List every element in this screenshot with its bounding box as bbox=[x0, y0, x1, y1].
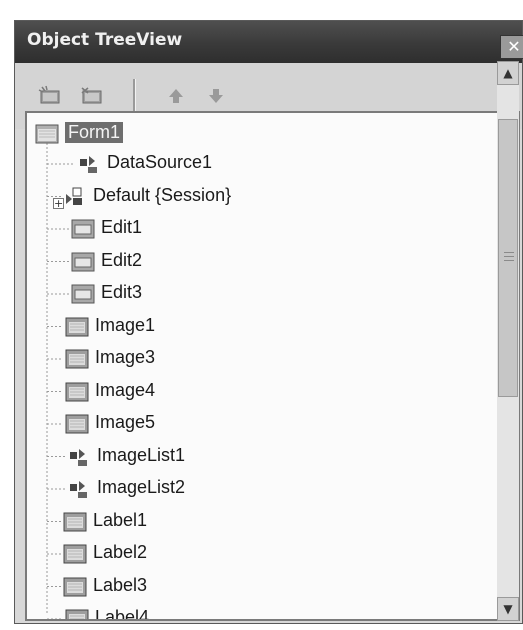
tree-node-label: ImageList1 bbox=[97, 444, 186, 465]
component-icon bbox=[70, 448, 87, 466]
component-icon bbox=[70, 481, 87, 498]
title-bar[interactable]: Object TreeView ✕ bbox=[15, 21, 523, 63]
session-icon bbox=[66, 187, 82, 205]
chevron-down-icon: ▼ bbox=[503, 602, 513, 616]
grip-line bbox=[504, 260, 514, 261]
remove-object-icon bbox=[81, 87, 102, 104]
tree-node-label: Form1 bbox=[65, 122, 124, 143]
window-title: Object TreeView bbox=[27, 30, 183, 50]
tree-node-label: Edit1 bbox=[101, 217, 143, 237]
image-control-icon bbox=[65, 414, 89, 434]
tree-node-label: Label1 bbox=[93, 509, 148, 530]
move-down-icon bbox=[209, 89, 223, 103]
grip-line bbox=[504, 252, 514, 253]
edit-control-icon bbox=[71, 252, 95, 271]
object-tree[interactable]: Form1 + DataSource1 Default {Session} Edit… bbox=[25, 111, 520, 621]
move-up-icon bbox=[169, 89, 183, 103]
image-control-icon bbox=[63, 577, 87, 596]
close-icon: ✕ bbox=[507, 37, 521, 56]
tree-node-label: Image5 bbox=[95, 412, 156, 432]
add-object-button[interactable] bbox=[37, 85, 63, 107]
image-control-icon bbox=[63, 512, 87, 531]
tree-node-label: Label4 bbox=[95, 607, 150, 621]
tree-node-label: Label3 bbox=[93, 574, 148, 595]
tree-node-label: Edit2 bbox=[101, 249, 143, 270]
tree-node-label: DataSource1 bbox=[107, 152, 213, 172]
object-treeview-window: Object TreeView ✕ Form1 + DataSource1 De… bbox=[14, 20, 523, 624]
component-icon bbox=[80, 156, 97, 173]
move-down-button[interactable] bbox=[203, 85, 229, 107]
scroll-down-button[interactable]: ▼ bbox=[497, 597, 519, 621]
edit-control-icon bbox=[71, 219, 95, 239]
image-control-icon bbox=[65, 349, 89, 369]
tree-node-label: Image4 bbox=[95, 379, 156, 400]
toolbar-separator bbox=[133, 79, 136, 113]
close-button[interactable]: ✕ bbox=[500, 35, 523, 59]
edit-control-icon bbox=[71, 284, 95, 304]
tree-node-label: Image3 bbox=[95, 347, 156, 367]
scroll-up-button[interactable]: ▲ bbox=[497, 61, 519, 85]
scroll-thumb[interactable] bbox=[498, 119, 518, 397]
tree-node-label: Default {Session} bbox=[93, 184, 232, 205]
move-up-button[interactable] bbox=[163, 85, 189, 107]
image-control-icon bbox=[65, 317, 89, 336]
image-control-icon bbox=[65, 609, 89, 619]
tree-node-label: ImageList2 bbox=[97, 477, 186, 497]
add-object-icon bbox=[38, 85, 60, 104]
chevron-up-icon: ▲ bbox=[503, 66, 513, 80]
remove-object-button[interactable] bbox=[79, 85, 105, 107]
image-control-icon bbox=[63, 544, 87, 564]
vertical-scrollbar[interactable]: ▲ ▼ bbox=[497, 61, 519, 621]
image-control-icon bbox=[65, 382, 89, 401]
tree-node-label: Label2 bbox=[93, 542, 148, 562]
tree-node-label: Edit3 bbox=[101, 282, 143, 302]
tree-node-label: Image1 bbox=[95, 314, 156, 335]
form-icon bbox=[35, 124, 59, 144]
grip-line bbox=[504, 256, 514, 257]
